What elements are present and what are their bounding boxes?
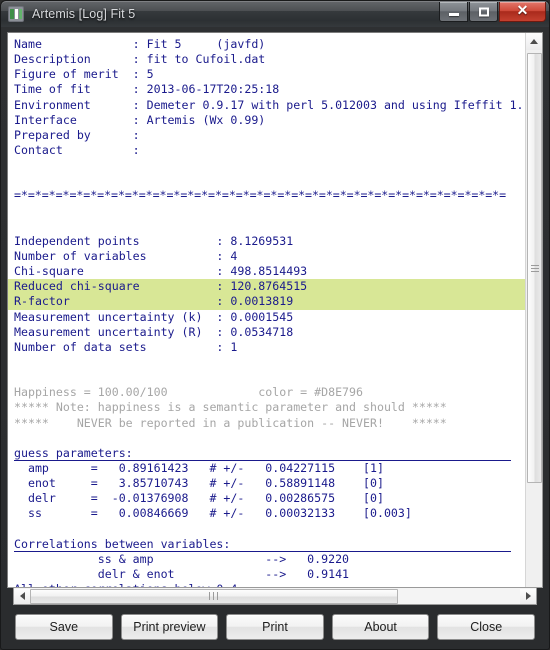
chevron-right-icon [525, 592, 531, 600]
log-line: Contact : [14, 142, 140, 157]
log-pane-frame: Name : Fit 5 (javfd) Description : fit to… [7, 32, 543, 588]
scroll-left-button[interactable] [14, 588, 30, 604]
log-line: Measurement uncertainty (k) : 0.0001545 [14, 309, 294, 324]
log-line: Happiness = 100.00/100 color = #D8E796 [14, 385, 364, 400]
log-line: All other correlations below 0.4 [14, 582, 525, 587]
scrollbar-grip-icon [208, 587, 220, 605]
print-preview-button[interactable]: Print preview [120, 614, 219, 640]
log-line: Time of fit : 2013-06-17T20:25:18 [14, 82, 280, 97]
log-line: R-factor : 0.0013819 [8, 294, 525, 310]
close-icon: ✕ [516, 3, 529, 19]
log-line: Number of variables : 4 [14, 248, 238, 263]
log-line: delr & enot --> 0.9141 [14, 566, 350, 581]
log-line: Independent points : 8.1269531 [14, 233, 294, 248]
log-line: Chi-square : 498.8514493 [14, 264, 308, 279]
window-controls: ✕ [438, 2, 546, 22]
log-line: ***** NEVER be reported in a publication… [14, 415, 447, 430]
vertical-scrollbar-thumb[interactable] [527, 53, 542, 483]
button-bar: Save Print preview Print About Close [7, 605, 543, 649]
minimize-icon [448, 13, 459, 17]
log-line: Measurement uncertainty (R) : 0.0534718 [14, 324, 294, 339]
close-window-button[interactable]: ✕ [499, 2, 546, 22]
log-line: Interface : Artemis (Wx 0.99) [14, 112, 266, 127]
log-line: Figure of merit : 5 [14, 67, 154, 82]
log-line: Description : fit to Cufoil.dat [14, 52, 266, 67]
print-button[interactable]: Print [226, 614, 324, 640]
log-line: ***** Note: happiness is a semantic para… [14, 400, 447, 415]
artemis-app-icon [8, 6, 24, 22]
log-line: Correlations between variables: [14, 537, 511, 552]
about-button[interactable]: About [331, 614, 430, 640]
scroll-up-button[interactable] [526, 33, 542, 50]
log-line: Number of data sets : 1 [14, 339, 238, 354]
log-textpane[interactable]: Name : Fit 5 (javfd) Description : fit to… [8, 33, 525, 587]
save-button[interactable]: Save [15, 614, 113, 640]
scrollbar-grip-icon [530, 263, 539, 274]
log-line: =*=*=*=*=*=*=*=*=*=*=*=*=*=*=*=*=*=*=*=*… [14, 188, 507, 203]
maximize-icon [478, 7, 489, 16]
close-button[interactable]: Close [437, 614, 535, 640]
minimize-button[interactable] [439, 2, 468, 22]
log-line: enot = 3.85710743 # +/- 0.58891148 [0] [14, 476, 384, 491]
vertical-scrollbar[interactable] [525, 33, 542, 587]
chevron-up-icon [530, 39, 538, 44]
scroll-right-button[interactable] [520, 588, 536, 604]
chevron-left-icon [19, 592, 25, 600]
horizontal-scrollbar[interactable] [13, 588, 537, 605]
artemis-log-window: Artemis [Log] Fit 5 ✕ Name : Fit 5 (javf… [0, 0, 550, 650]
log-line: ss & amp --> 0.9220 [14, 551, 350, 566]
client-area: Name : Fit 5 (javfd) Description : fit to… [1, 27, 549, 649]
log-line: Environment : Demeter 0.9.17 with perl 5… [14, 97, 524, 112]
log-line: Name : Fit 5 (javfd) [14, 37, 266, 51]
log-line: ss = 0.00846669 # +/- 0.00032133 [0.003] [14, 506, 412, 521]
log-line: Prepared by : [14, 127, 140, 142]
log-line: Reduced chi-square : 120.8764515 [8, 279, 525, 295]
log-line: delr = -0.01376908 # +/- 0.00286575 [0] [14, 491, 384, 506]
horizontal-scrollbar-thumb[interactable] [30, 587, 398, 605]
window-title: Artemis [Log] Fit 5 [32, 7, 136, 21]
maximize-button[interactable] [469, 2, 498, 22]
horizontal-scrollbar-track[interactable] [30, 587, 520, 605]
log-line: amp = 0.89161423 # +/- 0.04227115 [1] [14, 460, 384, 475]
log-text: Name : Fit 5 (javfd) Description : fit to… [8, 37, 525, 587]
window-titlebar[interactable]: Artemis [Log] Fit 5 ✕ [1, 1, 549, 27]
log-line: guess parameters: [14, 446, 511, 461]
